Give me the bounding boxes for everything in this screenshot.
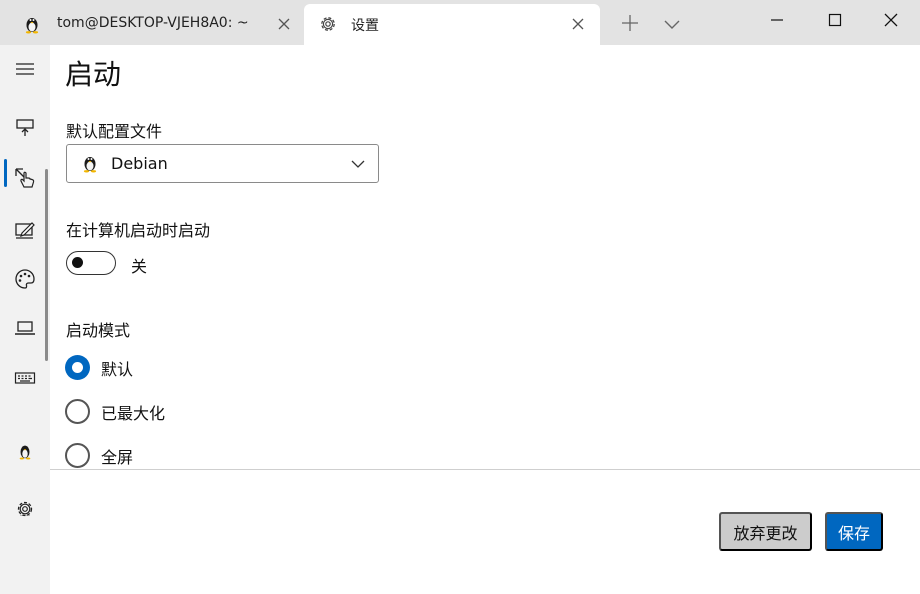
launch-on-startup-label: 在计算机启动时启动	[66, 221, 211, 240]
minimize-button[interactable]	[748, 0, 806, 40]
palette-icon	[15, 269, 35, 289]
radio-button[interactable]	[65, 355, 90, 380]
tab-title: 设置	[351, 18, 379, 34]
sidebar-item-debian-profile[interactable]	[0, 431, 50, 471]
toggle-state-label: 关	[131, 257, 148, 276]
default-profile-value: Debian	[111, 154, 168, 173]
laptop-icon	[15, 321, 35, 335]
hamburger-icon	[16, 63, 34, 75]
minimize-icon	[771, 19, 783, 21]
pointer-hand-icon	[15, 168, 35, 188]
maximize-button[interactable]	[806, 0, 864, 40]
page-title: 启动	[65, 58, 122, 91]
chevron-down-icon[interactable]	[662, 14, 682, 34]
startup-icon	[16, 119, 34, 136]
maximize-icon	[828, 13, 842, 27]
footer-divider	[50, 469, 920, 470]
toggle-knob	[72, 257, 83, 268]
sidebar-item-appearance[interactable]	[0, 210, 50, 250]
radio-label: 默认	[101, 359, 134, 379]
save-button[interactable]: 保存	[825, 512, 883, 551]
radio-button[interactable]	[65, 399, 90, 424]
linux-penguin-icon	[19, 445, 31, 460]
gear-icon	[321, 17, 335, 31]
keyboard-icon	[14, 372, 36, 384]
close-icon	[884, 13, 898, 27]
close-tab-icon[interactable]	[570, 16, 586, 32]
tab-terminal[interactable]: tom@DESKTOP-VJEH8A0: ~	[0, 4, 300, 45]
sidebar-menu-button[interactable]	[0, 49, 50, 89]
radio-label: 已最大化	[101, 403, 166, 423]
radio-option-default[interactable]: 默认	[65, 355, 133, 380]
title-bar: tom@DESKTOP-VJEH8A0: ~ 设置	[0, 0, 920, 45]
sidebar-item-color-schemes[interactable]	[0, 259, 50, 299]
plus-icon[interactable]	[620, 13, 640, 33]
close-tab-icon[interactable]	[276, 16, 292, 32]
linux-penguin-icon	[83, 157, 97, 173]
tab-title: tom@DESKTOP-VJEH8A0: ~	[57, 15, 249, 31]
sidebar-scrollbar[interactable]	[45, 169, 48, 361]
sidebar-item-open-settings[interactable]	[0, 489, 50, 529]
launch-mode-label: 启动模式	[66, 321, 131, 340]
settings-sidebar	[0, 45, 50, 594]
chevron-down-icon	[351, 160, 365, 168]
sidebar-item-rendering[interactable]	[0, 308, 50, 348]
discard-changes-button[interactable]: 放弃更改	[719, 512, 812, 551]
sidebar-item-startup[interactable]	[0, 108, 50, 148]
radio-button[interactable]	[65, 443, 90, 468]
sidebar-item-interaction[interactable]	[0, 158, 50, 198]
sidebar-item-actions[interactable]	[0, 358, 50, 398]
radio-option-fullscreen[interactable]: 全屏	[65, 443, 133, 468]
settings-content: 启动 默认配置文件 Debian 在计算机启动时启动 关 启动模式 默认 已最大…	[50, 45, 920, 594]
close-window-button[interactable]	[862, 0, 920, 40]
default-profile-label: 默认配置文件	[66, 122, 163, 141]
default-profile-dropdown[interactable]: Debian	[66, 144, 379, 183]
linux-penguin-icon	[25, 18, 39, 34]
tab-settings[interactable]: 设置	[304, 4, 600, 45]
radio-option-maximized[interactable]: 已最大化	[65, 399, 165, 424]
pen-screen-icon	[15, 222, 35, 239]
launch-on-startup-toggle[interactable]	[66, 251, 116, 275]
gear-icon	[17, 501, 33, 517]
radio-label: 全屏	[101, 447, 134, 467]
